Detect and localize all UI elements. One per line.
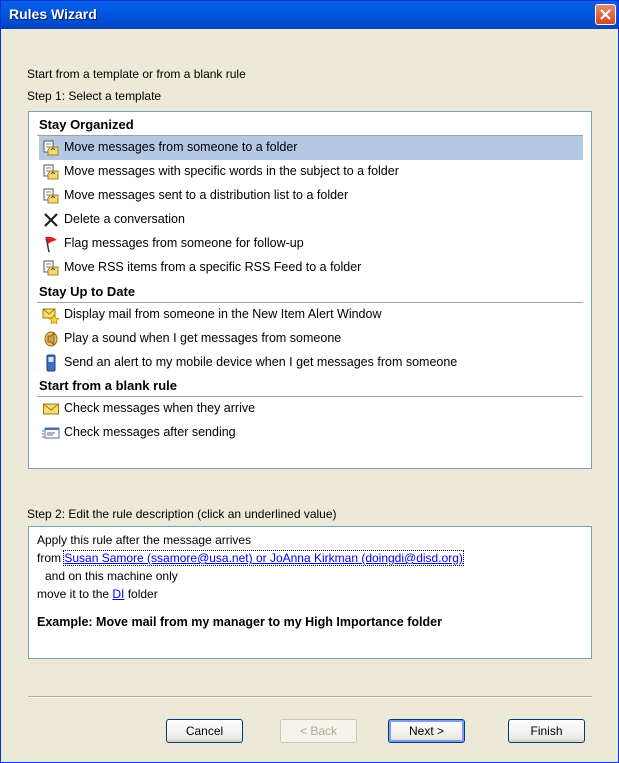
template-item-label: Move RSS items from a specific RSS Feed … — [64, 260, 362, 274]
rule-description-panel: Apply this rule after the message arrive… — [28, 526, 592, 659]
template-item-move-distribution-list[interactable]: Move messages sent to a distribution lis… — [39, 184, 583, 208]
template-list[interactable]: Stay Organized Move messages from someon… — [28, 111, 592, 469]
next-button[interactable]: Next > — [388, 719, 465, 743]
delete-x-icon — [44, 213, 58, 227]
template-item-label: Move messages from someone to a folder — [64, 140, 298, 154]
rule-line-machine: and on this machine only — [45, 569, 178, 583]
template-item-play-sound[interactable]: Play a sound when I get messages from so… — [39, 327, 583, 351]
new-item-alert-icon — [42, 308, 60, 324]
mobile-device-icon — [46, 354, 56, 372]
move-to-folder-icon — [43, 260, 59, 276]
sent-message-icon — [42, 427, 60, 439]
template-item-label: Display mail from someone in the New Ite… — [64, 307, 382, 321]
template-item-move-from-someone[interactable]: Move messages from someone to a folder — [39, 136, 583, 160]
template-item-label: Check messages after sending — [64, 425, 236, 439]
close-icon — [600, 9, 611, 20]
template-item-flag-follow-up[interactable]: Flag messages from someone for follow-up — [39, 232, 583, 256]
example-text: Example: Move mail from my manager to my… — [37, 615, 442, 629]
cancel-button[interactable]: Cancel — [166, 719, 243, 743]
template-item-delete-conversation[interactable]: Delete a conversation — [39, 208, 583, 232]
move-to-folder-icon — [43, 188, 59, 204]
template-item-mobile-alert[interactable]: Send an alert to my mobile device when I… — [39, 351, 583, 375]
template-item-label: Move messages with specific words in the… — [64, 164, 399, 178]
rule-line-from: from Susan Samore (ssamore@usa.net) or J… — [37, 550, 464, 566]
category-stay-up-to-date: Stay Up to Date — [39, 284, 136, 299]
sound-speaker-icon — [44, 331, 58, 347]
button-separator — [28, 696, 592, 698]
back-button[interactable]: < Back — [280, 719, 357, 743]
folder-link[interactable]: DI — [112, 587, 124, 601]
rule-line-apply: Apply this rule after the message arrive… — [37, 533, 252, 547]
window-title: Rules Wizard — [9, 6, 97, 22]
move-prefix: move it to the — [37, 587, 113, 601]
move-to-folder-icon — [43, 140, 59, 156]
rule-line-move: move it to the DI folder — [37, 587, 158, 601]
finish-button[interactable]: Finish — [508, 719, 585, 743]
template-item-label: Delete a conversation — [64, 212, 185, 226]
sender-link[interactable]: Susan Samore (ssamore@usa.net) or JoAnna… — [63, 550, 464, 566]
template-item-new-item-alert[interactable]: Display mail from someone in the New Ite… — [39, 303, 583, 327]
intro-text: Start from a template or from a blank ru… — [27, 67, 246, 81]
from-prefix: from — [37, 551, 65, 565]
template-item-label: Flag messages from someone for follow-up — [64, 236, 304, 250]
template-item-check-after-sending[interactable]: Check messages after sending — [39, 421, 583, 445]
template-item-label: Play a sound when I get messages from so… — [64, 331, 342, 345]
category-stay-organized: Stay Organized — [39, 117, 134, 132]
rules-wizard-window: Rules Wizard Start from a template or fr… — [0, 0, 619, 763]
close-button[interactable] — [595, 4, 616, 25]
red-flag-icon — [45, 236, 57, 253]
move-to-folder-icon — [43, 164, 59, 180]
envelope-icon — [43, 403, 59, 415]
template-item-label: Move messages sent to a distribution lis… — [64, 188, 349, 202]
move-suffix: folder — [124, 587, 158, 601]
template-item-label: Check messages when they arrive — [64, 401, 256, 415]
step2-label: Step 2: Edit the rule description (click… — [27, 507, 337, 521]
template-item-label: Send an alert to my mobile device when I… — [64, 355, 458, 369]
template-item-move-specific-words[interactable]: Move messages with specific words in the… — [39, 160, 583, 184]
category-blank-rule: Start from a blank rule — [39, 378, 177, 393]
template-item-check-on-arrival[interactable]: Check messages when they arrive — [39, 397, 583, 421]
template-item-move-rss[interactable]: Move RSS items from a specific RSS Feed … — [39, 256, 583, 280]
title-bar[interactable]: Rules Wizard — [1, 1, 618, 29]
step1-label: Step 1: Select a template — [27, 89, 162, 103]
